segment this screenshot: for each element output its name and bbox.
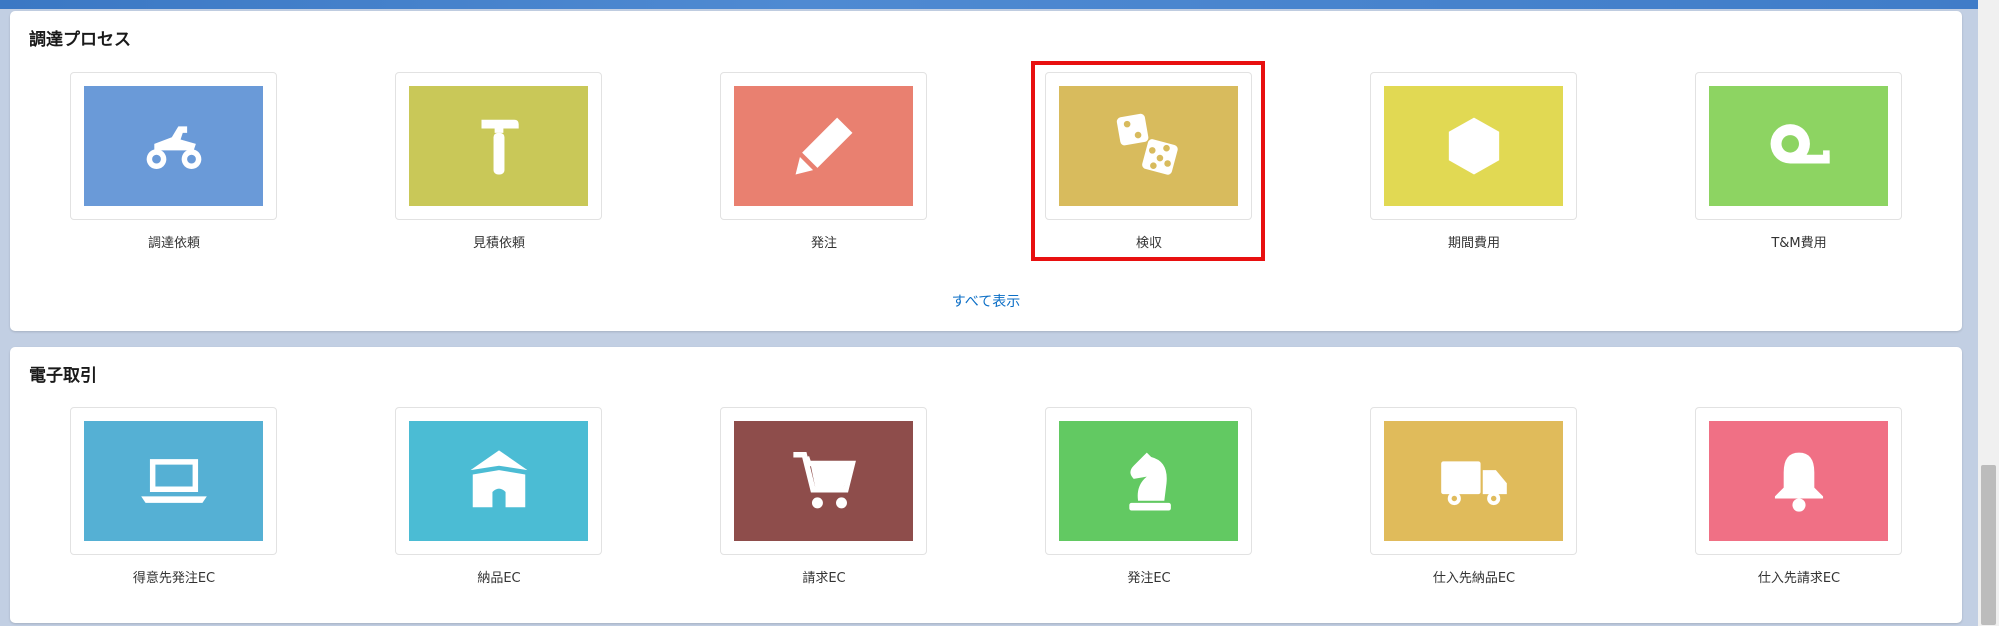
tent-icon [470,450,527,508]
tape-measure-icon [1770,124,1830,164]
tile-image[interactable] [1709,86,1888,206]
tile-label: 得意先発注EC [132,571,216,586]
tile-image[interactable] [1384,86,1563,206]
tile-label: T&M費用 [1771,236,1827,251]
tile-procurement-request[interactable] [70,72,277,220]
tile-image[interactable] [1384,421,1563,541]
hammer-icon [481,119,519,175]
top-strip [0,0,1999,9]
show-all-link[interactable]: すべて表示 [10,291,1962,311]
card-title: 電子取引 [29,366,97,386]
pencil-icon [795,117,852,175]
tile-label: 発注 [810,236,837,251]
tile-supplier-invoice-ec[interactable] [1695,407,1902,555]
tile-supplier-delivery-ec[interactable] [1370,407,1577,555]
tile-image[interactable] [409,86,588,206]
tile-purchase-order[interactable] [720,72,927,220]
tile-image[interactable] [1059,421,1238,541]
card-title: 調達プロセス [29,30,131,50]
scrollbar-thumb[interactable] [1981,465,1996,625]
tile-tm-expense[interactable] [1695,72,1902,220]
tile-image[interactable] [734,86,913,206]
electronic-transactions-card: 電子取引 得意先発注EC 納品EC 請求EC 発注EC 仕入先納品EC 仕入先請… [10,347,1962,623]
tile-label: 発注EC [1127,571,1171,586]
tile-label: 調達依頼 [147,236,200,251]
hexagon-icon [1448,117,1499,175]
tile-period-expense[interactable] [1370,72,1577,220]
tile-image[interactable] [734,421,913,541]
tile-image[interactable] [84,86,263,206]
cart-icon [792,452,856,509]
tile-label: 仕入先請求EC [1757,571,1841,586]
tile-image[interactable] [1709,421,1888,541]
tile-label: 納品EC [477,571,521,586]
tile-order-ec[interactable] [1045,407,1252,555]
tile-customer-order-ec[interactable] [70,407,277,555]
tile-delivery-ec[interactable] [395,407,602,555]
tile-image[interactable] [84,421,263,541]
chess-knight-icon [1128,452,1171,511]
highlight-box [1031,61,1265,261]
tile-label: 見積依頼 [472,236,525,251]
tile-image[interactable] [409,421,588,541]
tile-label: 請求EC [802,571,846,586]
tile-label: 仕入先納品EC [1432,571,1516,586]
scrollbar[interactable] [1978,0,1999,626]
tile-label: 期間費用 [1447,236,1500,251]
laptop-icon [140,459,207,503]
bell-icon [1774,452,1823,512]
tile-quote-request[interactable] [395,72,602,220]
atv-icon [146,126,201,169]
truck-icon [1440,461,1507,506]
procurement-process-card: 調達プロセス 調達依頼 見積依頼 発注 検収 期間費用 T&M費用 すべて表示 [10,11,1962,331]
tile-invoice-ec[interactable] [720,407,927,555]
